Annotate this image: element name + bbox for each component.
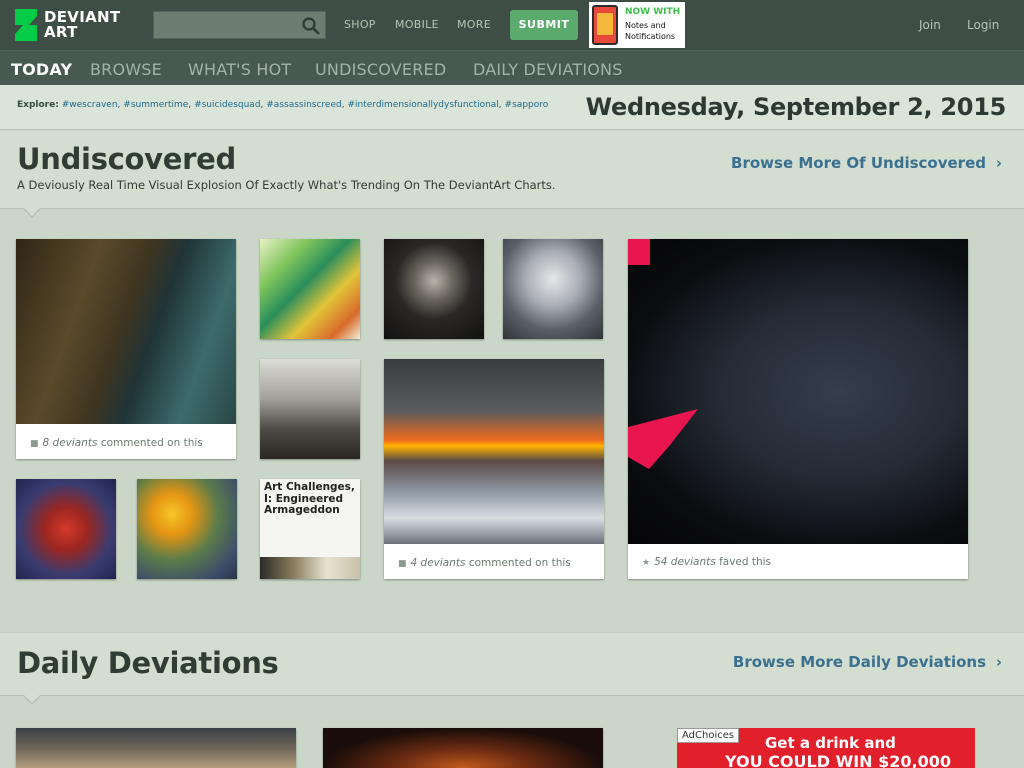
comment-icon: ■ [398, 559, 407, 569]
tab-whats-hot[interactable]: WHAT'S HOT [188, 60, 291, 79]
browse-more-undiscovered-link[interactable]: Browse More Of Undiscovered [731, 154, 986, 172]
promo-headline: NOW WITH [625, 7, 681, 17]
pink-accent [628, 409, 698, 469]
promo-text: Notes and Notifications [625, 21, 676, 41]
explore-label: Explore: [17, 100, 59, 110]
deviation-thumb[interactable] [260, 239, 360, 339]
submit-button[interactable]: SUBMIT [510, 10, 578, 40]
section-notch [22, 207, 42, 218]
adchoices-label[interactable]: AdChoices [677, 728, 740, 743]
deviation-meta: ■ 8 deviants commented on this [30, 437, 203, 449]
browse-more-daily-link[interactable]: Browse More Daily Deviations [733, 653, 986, 671]
deviation-thumb[interactable] [384, 239, 484, 339]
ad-headline: Get a drink and [765, 734, 896, 752]
tag-link[interactable]: #suicidesquad [194, 100, 260, 110]
deviantart-logo-icon [15, 9, 37, 41]
phone-icon [592, 5, 618, 45]
tag-link[interactable]: #wescraven [62, 100, 118, 110]
star-icon: ★ [642, 558, 651, 568]
comment-icon: ■ [30, 439, 39, 449]
top-bar: DEVIANT ART SHOP MOBILE MORE SUBMIT NOW … [0, 0, 1024, 50]
deviation-image [260, 359, 360, 459]
tag-link[interactable]: #summertime [123, 100, 188, 110]
deviation-meta: ■ 4 deviants commented on this [398, 557, 571, 569]
deviation-meta: ★ 54 deviants faved this [642, 556, 772, 568]
explore-tags: Explore: #wescraven, #summertime, #suici… [17, 100, 549, 110]
deviation-thumb[interactable] [503, 239, 603, 339]
login-link[interactable]: Login [967, 18, 999, 32]
deviation-thumb[interactable] [16, 479, 116, 579]
journal-title: Art Challenges, I: Engineered Armageddon [264, 481, 355, 516]
section-title: Undiscovered [17, 142, 236, 176]
section-title: Daily Deviations [17, 646, 279, 680]
shop-link[interactable]: SHOP [344, 18, 376, 31]
tab-today[interactable]: TODAY [11, 60, 73, 87]
deviation-thumb[interactable] [260, 359, 360, 459]
more-link[interactable]: MORE [457, 18, 491, 31]
deviation-image [384, 359, 604, 544]
deviation-thumb[interactable] [16, 728, 296, 768]
ad-subheadline: YOU COULD WIN $20,000 [725, 752, 951, 768]
deviation-image [137, 479, 237, 579]
section-notch [22, 694, 42, 705]
logo-text-bottom: ART [44, 23, 78, 41]
deviation-image [16, 239, 236, 424]
deviation-image [323, 728, 603, 768]
join-link[interactable]: Join [919, 18, 941, 32]
tab-browse[interactable]: BROWSE [90, 60, 162, 79]
tab-daily-deviations[interactable]: DAILY DEVIATIONS [473, 60, 623, 79]
undiscovered-header: Undiscovered A Deviously Real Time Visua… [0, 131, 1024, 218]
deviation-image [16, 728, 296, 768]
tab-undiscovered[interactable]: UNDISCOVERED [315, 60, 446, 79]
notifications-promo[interactable]: NOW WITH Notes and Notifications [589, 2, 685, 48]
journal-image [260, 557, 360, 579]
daily-deviations-header: Daily Deviations Browse More Daily Devia… [0, 632, 1024, 705]
current-date: Wednesday, September 2, 2015 [585, 93, 1007, 121]
deviation-image [16, 479, 116, 579]
deviation-thumb[interactable] [137, 479, 237, 579]
advertisement[interactable]: AdChoices Get a drink and YOU COULD WIN … [677, 728, 975, 768]
deviation-thumb[interactable]: ■ 4 deviants commented on this [384, 359, 604, 579]
deviation-thumb[interactable] [323, 728, 603, 768]
tag-link[interactable]: #sapporo [505, 100, 549, 110]
deviation-image [260, 239, 360, 339]
deviation-thumb[interactable]: ★ 54 deviants faved this [628, 239, 968, 579]
pink-accent [628, 239, 650, 265]
tag-link[interactable]: #interdimensionallydysfunctional [347, 100, 498, 110]
deviation-image [384, 239, 484, 339]
deviation-image [628, 239, 968, 544]
section-subtitle: A Deviously Real Time Visual Explosion O… [17, 178, 556, 192]
chevron-right-icon[interactable]: › [996, 154, 1002, 172]
search-input[interactable] [153, 11, 326, 39]
search-icon[interactable] [301, 16, 321, 36]
explore-bar: Explore: #wescraven, #summertime, #suici… [0, 85, 1024, 130]
tag-link[interactable]: #assassinscreed [266, 100, 341, 110]
deviation-image [503, 239, 603, 339]
deviation-thumb[interactable]: ■ 8 deviants commented on this [16, 239, 236, 459]
main-nav: TODAY BROWSE WHAT'S HOT UNDISCOVERED DAI… [0, 50, 1024, 87]
journal-card[interactable]: Art Challenges, I: Engineered Armageddon [260, 479, 360, 579]
chevron-right-icon[interactable]: › [996, 653, 1002, 671]
mobile-link[interactable]: MOBILE [395, 18, 439, 31]
deviantart-logo[interactable]: DEVIANT ART [12, 8, 142, 42]
